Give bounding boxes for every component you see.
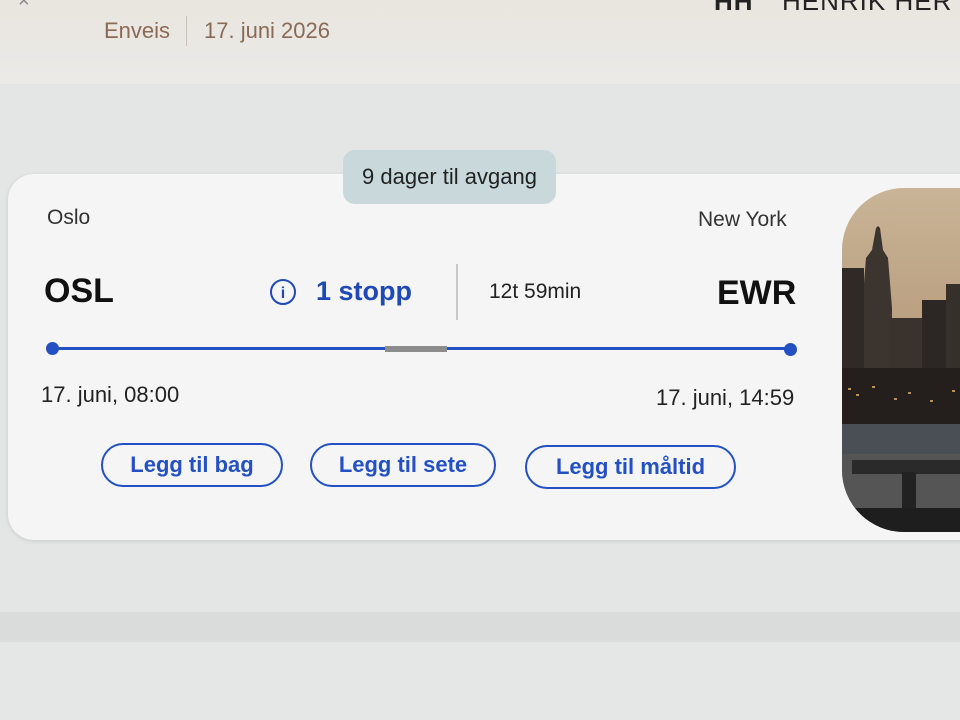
- route-timeline: [46, 341, 797, 357]
- trip-type-label: Enveis: [104, 18, 171, 43]
- departure-datetime: 17. juni, 08:00: [41, 382, 180, 407]
- trip-header: × Enveis 17. juni 2026 HH HENRIK HER: [0, 0, 960, 84]
- flight-duration: 12t 59min: [489, 280, 582, 303]
- stops-label: 1 stopp: [316, 276, 413, 306]
- destination-airport-code: EWR: [717, 274, 797, 312]
- info-icon: i: [270, 278, 296, 305]
- trip-date: 17. juni 2026: [204, 18, 330, 43]
- destination-city: New York: [698, 208, 787, 231]
- departure-countdown-badge: 9 dager til avgang: [343, 150, 556, 204]
- add-bag-button[interactable]: Legg til bag: [101, 443, 283, 487]
- origin-airport-code: OSL: [44, 272, 114, 310]
- origin-dot: [46, 342, 59, 355]
- arrival-datetime: 17. juni, 14:59: [656, 385, 795, 410]
- destination-dot: [784, 343, 797, 356]
- page-divider: [0, 612, 960, 642]
- origin-city: Oslo: [47, 206, 91, 229]
- add-meal-button[interactable]: Legg til måltid: [525, 445, 736, 489]
- passenger-initials: HH: [714, 0, 754, 16]
- stops-info-button[interactable]: i 1 stopp: [270, 276, 412, 307]
- page-footer-area: [0, 642, 960, 720]
- header-divider: [186, 16, 187, 46]
- destination-photo: [842, 188, 960, 532]
- passenger-name: HENRIK HER: [782, 0, 953, 16]
- layover-segment: [385, 346, 447, 352]
- add-seat-button[interactable]: Legg til sete: [310, 443, 496, 487]
- divider: [456, 264, 458, 320]
- close-icon[interactable]: ×: [18, 0, 30, 13]
